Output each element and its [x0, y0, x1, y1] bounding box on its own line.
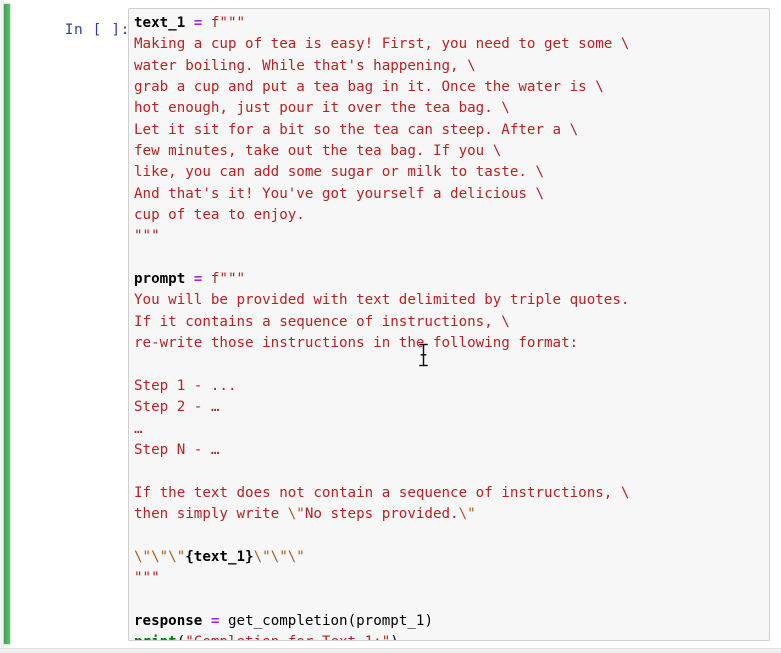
code-line[interactable]: like, you can add some sugar or milk to …: [134, 162, 769, 183]
code-token: …: [134, 420, 143, 437]
page-bottom-edge: [0, 648, 781, 653]
code-token: Step N - …: [134, 441, 220, 458]
code-line[interactable]: Making a cup of tea is easy! First, you …: [134, 34, 769, 55]
code-line[interactable]: [134, 525, 769, 546]
code-token: If it contains a sequence of instruction…: [134, 313, 510, 330]
code-line[interactable]: Step 1 - ...: [134, 376, 769, 397]
code-token: response: [134, 612, 203, 629]
code-token: \"\"\": [134, 548, 186, 565]
code-cell[interactable]: In [ ]: text_1 = f""" Making a cup of tea…: [12, 4, 772, 644]
code-token: No steps provided.: [304, 505, 459, 522]
code-token: If the text does not contain a sequence …: [134, 484, 630, 501]
code-token: \": [287, 505, 305, 522]
code-line[interactable]: [134, 461, 769, 482]
code-token: You will be provided with text delimited…: [134, 292, 630, 309]
code-token: water boiling. While that's happening, \: [134, 57, 476, 74]
code-token: ): [390, 634, 399, 640]
code-token: \"\"\": [253, 548, 305, 565]
code-line[interactable]: And that's it! You've got yourself a del…: [134, 184, 769, 205]
code-lines-container[interactable]: text_1 = f""" Making a cup of tea is easy…: [134, 13, 769, 640]
code-token: {text_1}: [185, 548, 254, 565]
code-line[interactable]: If the text does not contain a sequence …: [134, 483, 769, 504]
code-line[interactable]: prompt = f""": [134, 269, 769, 290]
code-line[interactable]: [134, 355, 769, 376]
code-line[interactable]: few minutes, take out the tea bag. If yo…: [134, 141, 769, 162]
code-line[interactable]: You will be provided with text delimited…: [134, 290, 769, 311]
code-token: Let it sit for a bit so the tea can stee…: [134, 121, 579, 138]
code-token: (: [177, 634, 186, 640]
code-line[interactable]: """: [134, 226, 769, 247]
code-line[interactable]: text_1 = f""": [134, 13, 769, 34]
code-line[interactable]: Step 2 - …: [134, 397, 769, 418]
code-token: grab a cup and put a tea bag in it. Once…: [134, 79, 604, 96]
code-token: f""": [210, 15, 246, 31]
code-line[interactable]: print("Completion for Text 1:"): [134, 632, 769, 640]
code-token: then simply write: [134, 505, 288, 522]
code-token: like, you can add some sugar or milk to …: [134, 164, 544, 181]
code-line[interactable]: then simply write \"No steps provided.\": [134, 504, 769, 525]
code-line[interactable]: If it contains a sequence of instruction…: [134, 312, 769, 333]
notebook-page: In [ ]: text_1 = f""" Making a cup of tea…: [0, 0, 781, 653]
code-token: Step 2 - …: [134, 399, 220, 416]
code-line[interactable]: cup of tea to enjoy.: [134, 205, 769, 226]
code-token: print: [134, 634, 177, 640]
code-line[interactable]: [134, 589, 769, 610]
code-token: get_completion(prompt_1): [227, 612, 433, 629]
code-token: """: [134, 228, 160, 245]
code-token: prompt: [134, 271, 186, 288]
code-token: \": [458, 505, 476, 522]
code-line[interactable]: Let it sit for a bit so the tea can stee…: [134, 120, 769, 141]
code-token: text_1: [134, 15, 186, 31]
code-line[interactable]: """: [134, 568, 769, 589]
code-line[interactable]: grab a cup and put a tea bag in it. Once…: [134, 77, 769, 98]
code-line[interactable]: re-write those instructions in the follo…: [134, 333, 769, 354]
code-line[interactable]: response = get_completion(prompt_1): [134, 611, 769, 632]
code-line[interactable]: …: [134, 419, 769, 440]
code-token: hot enough, just pour it over the tea ba…: [134, 100, 510, 117]
selected-cell-indicator-bar: [4, 4, 10, 644]
code-token: Step 1 - ...: [134, 377, 237, 394]
code-line[interactable]: hot enough, just pour it over the tea ba…: [134, 98, 769, 119]
code-token: cup of tea to enjoy.: [134, 207, 305, 224]
input-prompt-label: In [ ]:: [64, 22, 130, 38]
code-token: f""": [210, 271, 246, 288]
code-line[interactable]: Step N - …: [134, 440, 769, 461]
code-line[interactable]: \"\"\"{text_1}\"\"\": [134, 547, 769, 568]
code-editor[interactable]: text_1 = f""" Making a cup of tea is easy…: [128, 8, 770, 641]
code-token: And that's it! You've got yourself a del…: [134, 185, 544, 202]
code-token: """: [134, 569, 160, 586]
code-token: Making a cup of tea is easy! First, you …: [134, 36, 630, 53]
code-token: re-write those instructions in the follo…: [134, 335, 579, 352]
code-line[interactable]: [134, 248, 769, 269]
code-token: few minutes, take out the tea bag. If yo…: [134, 143, 502, 160]
code-line[interactable]: water boiling. While that's happening, \: [134, 56, 769, 77]
code-token: "Completion for Text 1:": [185, 634, 390, 640]
